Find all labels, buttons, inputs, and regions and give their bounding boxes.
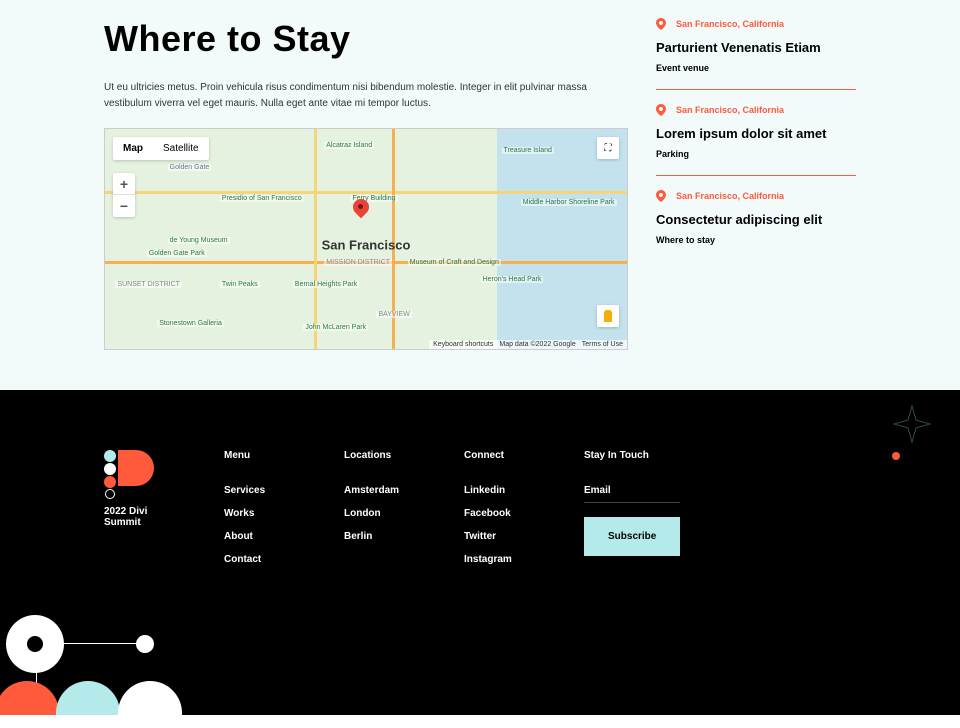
map-poi: BAYVIEW <box>376 311 411 318</box>
map-poi: de Young Museum <box>168 237 230 244</box>
footer-locations-column: Locations Amsterdam London Berlin <box>344 450 424 577</box>
star-icon <box>892 404 932 444</box>
map-city-label: San Francisco <box>322 238 411 253</box>
location-list: San Francisco, California Parturient Ven… <box>656 18 856 350</box>
map-tab-map[interactable]: Map <box>113 137 153 160</box>
email-input[interactable]: Email <box>584 485 680 503</box>
map-poi: Stonestown Galleria <box>157 320 224 327</box>
location-city: San Francisco, California <box>676 105 784 115</box>
map-credit-tos[interactable]: Terms of Use <box>582 341 623 348</box>
footer-heading: Stay In Touch <box>584 450 680 461</box>
footer-link-london[interactable]: London <box>344 508 424 519</box>
map-type-toggle: Map Satellite <box>113 137 209 160</box>
zoom-out-button[interactable]: − <box>113 195 135 217</box>
footer-link-berlin[interactable]: Berlin <box>344 531 424 542</box>
map-poi: Alcatraz Island <box>324 142 374 149</box>
footer-link-amsterdam[interactable]: Amsterdam <box>344 485 424 496</box>
footer-link-linkedin[interactable]: Linkedin <box>464 485 544 496</box>
subscribe-button[interactable]: Subscribe <box>584 517 680 556</box>
location-pin-icon <box>656 190 666 202</box>
footer: 2022 Divi Summit Menu Services Works Abo… <box>0 390 960 715</box>
footer-link-facebook[interactable]: Facebook <box>464 508 544 519</box>
map-land <box>105 129 497 349</box>
footer-touch-column: Stay In Touch Email Subscribe <box>584 450 680 577</box>
map-tab-satellite[interactable]: Satellite <box>153 137 209 160</box>
map-poi: MISSION DISTRICT <box>324 259 392 266</box>
page-title: Where to Stay <box>104 18 628 60</box>
footer-link-services[interactable]: Services <box>224 485 304 496</box>
location-pin-icon <box>656 104 666 116</box>
location-subtitle: Event venue <box>656 63 856 73</box>
map-poi: SUNSET DISTRICT <box>115 281 182 288</box>
map-poi: Middle Harbor Shoreline Park <box>521 199 617 206</box>
footer-heading: Locations <box>344 450 424 461</box>
map-poi: John McLaren Park <box>303 324 368 331</box>
footer-link-contact[interactable]: Contact <box>224 554 304 565</box>
location-city: San Francisco, California <box>676 19 784 29</box>
map-poi: Bernal Heights Park <box>293 281 359 288</box>
location-city: San Francisco, California <box>676 191 784 201</box>
location-title: Lorem ipsum dolor sit amet <box>656 126 856 141</box>
zoom-in-button[interactable]: + <box>113 173 135 195</box>
footer-link-works[interactable]: Works <box>224 508 304 519</box>
map-road <box>314 129 317 349</box>
logo-icon <box>104 450 154 498</box>
location-pin-icon <box>656 18 666 30</box>
location-subtitle: Parking <box>656 149 856 159</box>
map-poi: Presidio of San Francisco <box>220 195 304 202</box>
location-card: San Francisco, California Consectetur ad… <box>656 190 856 261</box>
zoom-controls: + − <box>113 173 135 217</box>
location-title: Parturient Venenatis Etiam <box>656 40 856 55</box>
footer-connect-column: Connect Linkedin Facebook Twitter Instag… <box>464 450 544 577</box>
location-subtitle: Where to stay <box>656 235 856 245</box>
location-card: San Francisco, California Lorem ipsum do… <box>656 104 856 176</box>
location-card: San Francisco, California Parturient Ven… <box>656 18 856 90</box>
map-poi: Heron's Head Park <box>481 276 544 283</box>
footer-link-twitter[interactable]: Twitter <box>464 531 544 542</box>
location-title: Consectetur adipiscing elit <box>656 212 856 227</box>
map-poi: Treasure Island <box>502 147 554 154</box>
map-poi: Twin Peaks <box>220 281 260 288</box>
footer-menu-column: Menu Services Works About Contact <box>224 450 304 577</box>
footer-decoration <box>0 605 200 715</box>
footer-link-about[interactable]: About <box>224 531 304 542</box>
footer-logo-column: 2022 Divi Summit <box>104 450 184 577</box>
map-poi: Golden Gate Park <box>147 250 207 257</box>
footer-heading: Connect <box>464 450 544 461</box>
map-poi: Golden Gate <box>168 164 212 171</box>
footer-link-instagram[interactable]: Instagram <box>464 554 544 565</box>
pegman-icon[interactable] <box>597 305 619 327</box>
map-credit-data: Map data ©2022 Google <box>499 341 575 348</box>
logo-text: 2022 Divi Summit <box>104 506 184 528</box>
map-poi: Museum of Craft and Design <box>408 259 501 266</box>
map-credit-keyboard[interactable]: Keyboard shortcuts <box>433 341 493 348</box>
map-road <box>105 191 627 194</box>
map-pin-icon <box>353 199 369 221</box>
intro-text: Ut eu ultricies metus. Proin vehicula ri… <box>104 80 628 112</box>
fullscreen-icon[interactable]: ⛶ <box>597 137 619 159</box>
map-credits: Keyboard shortcuts Map data ©2022 Google… <box>429 340 627 349</box>
map[interactable]: Alcatraz Island Treasure Island Golden G… <box>104 128 628 350</box>
footer-heading: Menu <box>224 450 304 461</box>
dot-icon <box>892 452 900 460</box>
